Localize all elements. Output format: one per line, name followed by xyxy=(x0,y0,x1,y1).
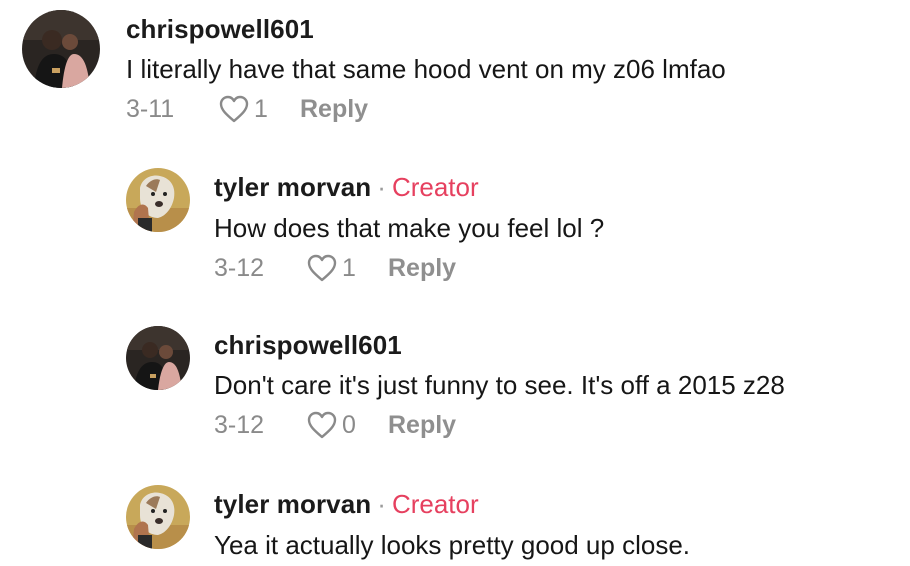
comment-meta: 3-12 0 Reply xyxy=(214,408,785,442)
comment-username[interactable]: tyler morvan xyxy=(214,172,371,202)
like-button[interactable]: 1 xyxy=(306,253,388,283)
comment-text: How does that make you feel lol ? xyxy=(214,213,605,243)
reply-button[interactable]: Reply xyxy=(388,411,456,440)
avatar[interactable] xyxy=(126,168,190,232)
chrispowell-avatar-image xyxy=(22,10,100,88)
comment-text: Yea it actually looks pretty good up clo… xyxy=(214,530,690,560)
chrispowell-avatar-image xyxy=(126,326,190,390)
creator-badge: Creator xyxy=(391,172,479,202)
comment-username[interactable]: chrispowell601 xyxy=(126,14,726,44)
like-count: 0 xyxy=(342,410,356,439)
comment-date: 3-12 xyxy=(214,253,265,282)
comment-text: Don't care it's just funny to see. It's … xyxy=(214,370,785,400)
avatar[interactable] xyxy=(126,485,190,549)
comment-username[interactable]: tyler morvan xyxy=(214,489,371,519)
comment-meta: 3-12 1 Reply xyxy=(214,251,604,285)
reply-button[interactable]: Reply xyxy=(300,95,368,124)
like-count: 1 xyxy=(342,253,356,282)
comment-date: 3-12 xyxy=(214,410,265,439)
comment-username[interactable]: chrispowell601 xyxy=(214,330,785,360)
comment-date: 3-11 xyxy=(126,94,175,123)
creator-separator: · xyxy=(377,172,386,202)
reply-button[interactable]: Reply xyxy=(388,254,456,283)
heart-outline-icon xyxy=(219,95,249,123)
like-button[interactable]: 1 xyxy=(218,94,300,124)
like-button[interactable]: 0 xyxy=(306,410,388,440)
heart-outline-icon xyxy=(307,254,337,282)
creator-separator: · xyxy=(377,489,386,519)
tyler-avatar-image xyxy=(126,168,190,232)
like-count: 1 xyxy=(254,94,268,123)
tyler-avatar-image xyxy=(126,485,190,549)
comment-meta: 3-11 1 Reply xyxy=(126,92,726,126)
heart-outline-icon xyxy=(307,411,337,439)
creator-badge: Creator xyxy=(391,489,479,519)
avatar[interactable] xyxy=(126,326,190,390)
comment-text: I literally have that same hood vent on … xyxy=(126,54,726,84)
avatar[interactable] xyxy=(22,10,100,88)
